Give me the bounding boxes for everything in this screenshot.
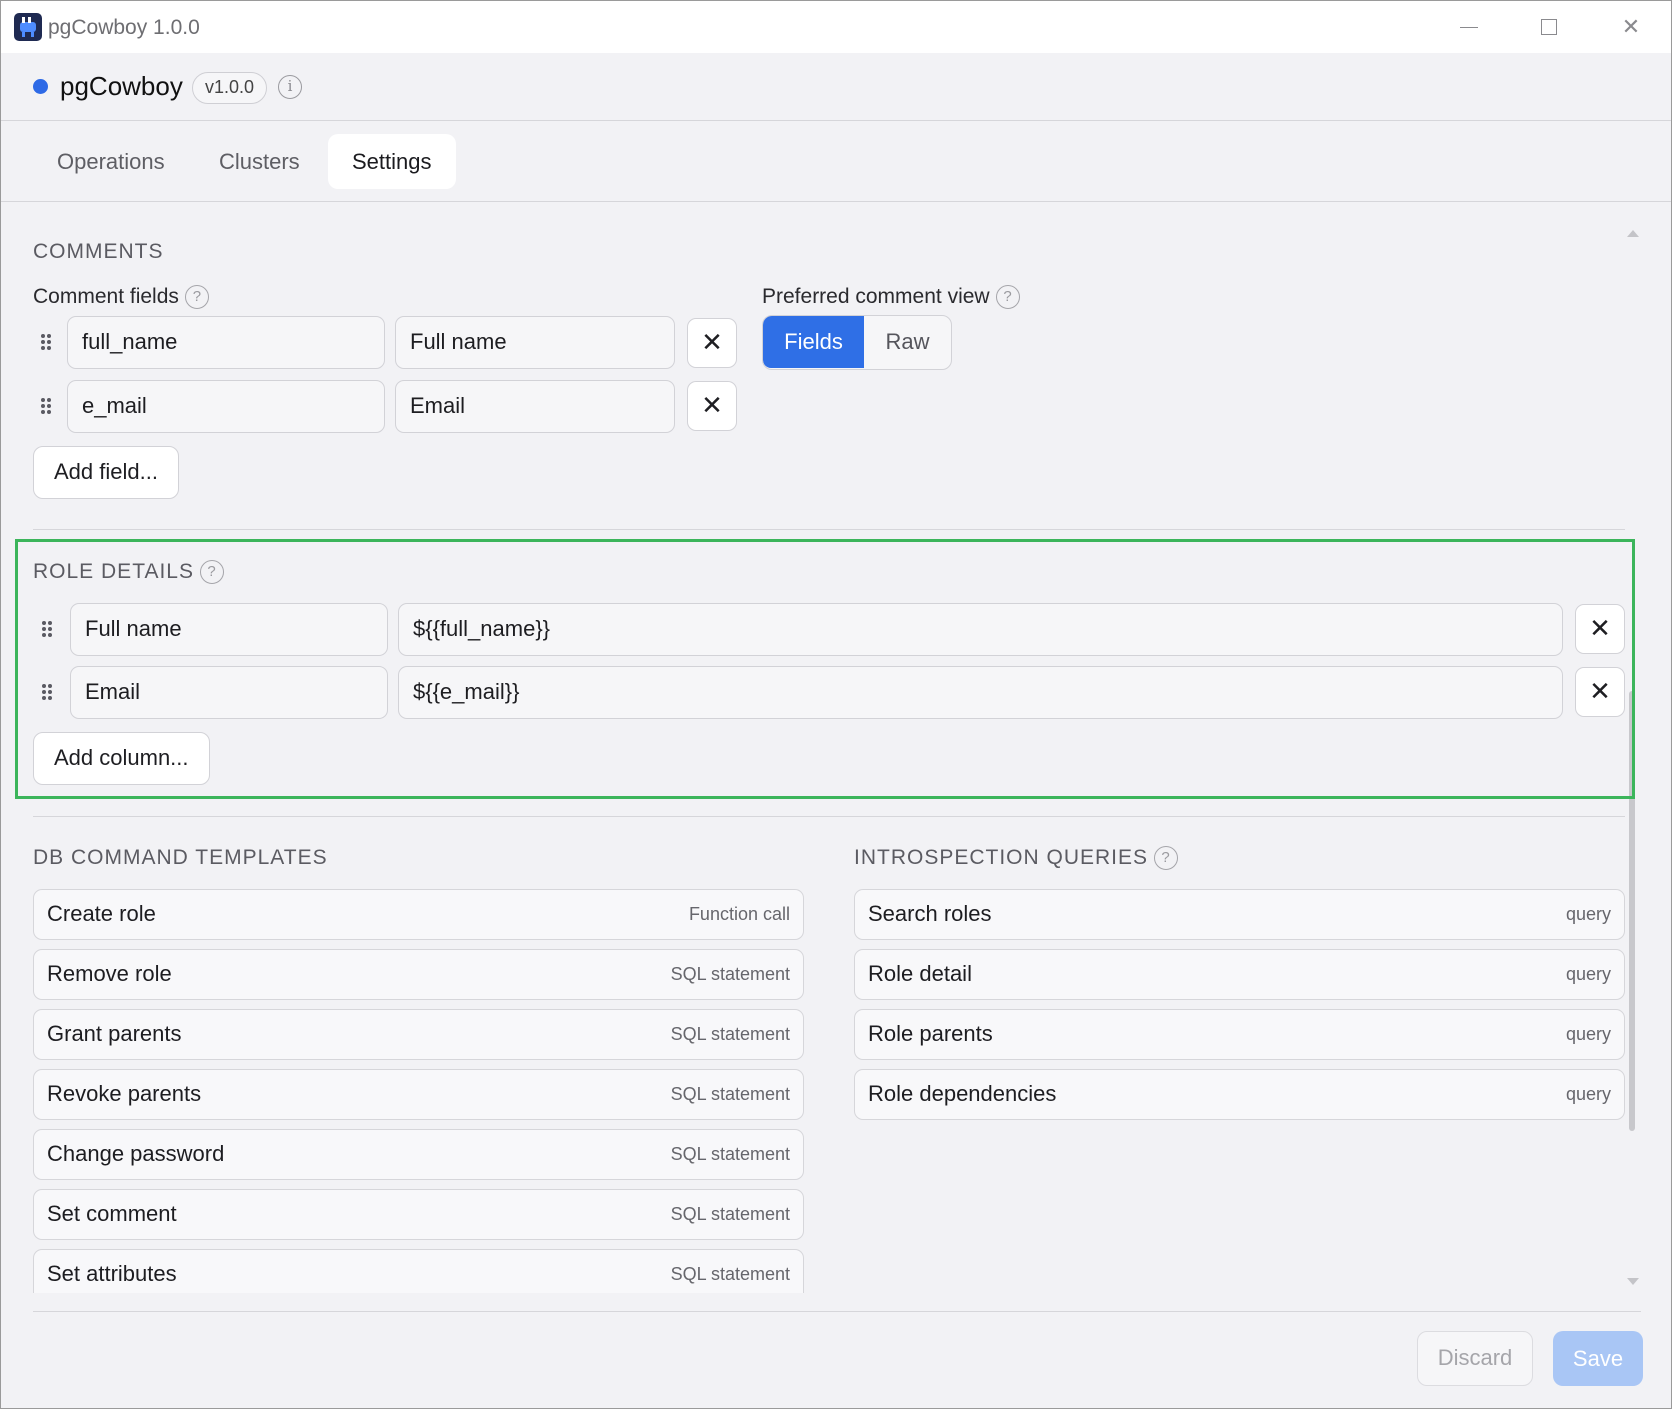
db-command-type: SQL statement [670, 1024, 790, 1044]
query-name: Role parents [868, 1021, 993, 1046]
db-command-type: SQL statement [670, 1264, 790, 1284]
discard-button[interactable]: Discard [1417, 1331, 1533, 1386]
db-command-row[interactable]: Change password SQL statement [33, 1129, 804, 1180]
query-name: Search roles [868, 901, 992, 926]
add-field-button[interactable]: Add field... [33, 446, 179, 499]
comment-fields-label: Comment fields? [33, 285, 209, 310]
help-icon[interactable]: ? [995, 285, 1020, 310]
comment-view-toggle: Fields Raw [762, 315, 952, 370]
drag-handle-icon[interactable] [39, 396, 53, 416]
comment-fields-label-text: Comment fields [33, 285, 179, 308]
comments-section-title: COMMENTS [33, 240, 164, 263]
db-command-templates-title: DB COMMAND TEMPLATES [33, 846, 328, 869]
close-icon[interactable]: ✕ [1611, 11, 1651, 43]
footer-divider [33, 1311, 1641, 1312]
preferred-view-label-text: Preferred comment view [762, 285, 990, 308]
save-button[interactable]: Save [1553, 1331, 1643, 1386]
tab-bar: Operations Clusters Settings [1, 122, 1671, 202]
introspection-queries-title: INTROSPECTION QUERIES? [854, 846, 1179, 871]
help-icon[interactable]: ? [1154, 846, 1179, 871]
db-command-type: SQL statement [670, 1204, 790, 1224]
db-command-row[interactable]: Set comment SQL statement [33, 1189, 804, 1240]
query-type: query [1565, 1024, 1611, 1044]
scroll-down-arrow-icon[interactable] [1627, 1278, 1639, 1285]
add-column-button[interactable]: Add column... [33, 732, 210, 785]
db-command-name: Remove role [47, 961, 172, 986]
role-column-name-input[interactable]: Full name [70, 603, 388, 656]
db-command-row[interactable]: Set attributes SQL statement [33, 1249, 804, 1293]
query-type: query [1565, 1084, 1611, 1104]
status-dot-icon [33, 79, 48, 94]
view-option-raw[interactable]: Raw [864, 316, 951, 368]
help-icon[interactable]: ? [184, 285, 209, 310]
db-command-name: Set comment [47, 1201, 177, 1226]
maximize-icon[interactable] [1529, 11, 1569, 43]
tab-operations[interactable]: Operations [33, 134, 189, 189]
info-icon[interactable]: i [278, 75, 302, 99]
role-column-template-input[interactable]: ${{e_mail}} [398, 666, 1563, 719]
view-option-fields[interactable]: Fields [763, 316, 864, 368]
db-command-type: SQL statement [670, 1084, 790, 1104]
query-type: query [1565, 964, 1611, 984]
db-command-name: Change password [47, 1141, 225, 1166]
db-command-row[interactable]: Remove role SQL statement [33, 949, 804, 1000]
app-name: pgCowboy [60, 71, 183, 101]
remove-field-button[interactable]: ✕ [687, 318, 737, 368]
version-badge: v1.0.0 [192, 72, 268, 104]
role-column-name-input[interactable]: Email [70, 666, 388, 719]
drag-handle-icon[interactable] [39, 332, 53, 352]
introspection-title-text: INTROSPECTION QUERIES [854, 846, 1149, 869]
section-divider [33, 529, 1625, 530]
comment-field-key-input[interactable]: full_name [67, 316, 385, 369]
tab-settings[interactable]: Settings [328, 134, 456, 189]
remove-column-button[interactable]: ✕ [1575, 667, 1625, 717]
scroll-up-arrow-icon[interactable] [1627, 230, 1639, 237]
comment-field-key-input[interactable]: e_mail [67, 380, 385, 433]
db-command-row[interactable]: Grant parents SQL statement [33, 1009, 804, 1060]
remove-column-button[interactable]: ✕ [1575, 604, 1625, 654]
db-command-name: Grant parents [47, 1021, 182, 1046]
introspection-query-row[interactable]: Role dependencies query [854, 1069, 1625, 1120]
section-divider [33, 816, 1625, 817]
query-name: Role dependencies [868, 1081, 1057, 1106]
app-window: pgCowboy 1.0.0 ✕ pgCowboy v1.0.0 i Opera… [0, 0, 1672, 1409]
drag-handle-icon[interactable] [40, 619, 54, 639]
help-icon[interactable]: ? [200, 560, 224, 585]
title-bar: pgCowboy 1.0.0 ✕ [1, 1, 1671, 53]
introspection-query-row[interactable]: Role detail query [854, 949, 1625, 1000]
db-command-name: Revoke parents [47, 1081, 202, 1106]
drag-handle-icon[interactable] [40, 682, 54, 702]
db-command-name: Set attributes [47, 1261, 177, 1286]
window-title: pgCowboy 1.0.0 [48, 16, 200, 39]
role-column-template-input[interactable]: ${{full_name}} [398, 603, 1563, 656]
introspection-query-row[interactable]: Role parents query [854, 1009, 1625, 1060]
comment-field-label-input[interactable]: Full name [395, 316, 675, 369]
remove-field-button[interactable]: ✕ [687, 381, 737, 431]
db-command-name: Create role [47, 901, 156, 926]
db-command-type: SQL statement [670, 1144, 790, 1164]
comment-field-label-input[interactable]: Email [395, 380, 675, 433]
tab-clusters[interactable]: Clusters [195, 134, 324, 189]
app-header: pgCowboy v1.0.0 i [1, 53, 1671, 121]
introspection-query-row[interactable]: Search roles query [854, 889, 1625, 940]
query-type: query [1565, 904, 1611, 924]
query-name: Role detail [868, 961, 972, 986]
db-command-row[interactable]: Revoke parents SQL statement [33, 1069, 804, 1120]
preferred-view-label: Preferred comment view? [762, 285, 1020, 310]
role-details-title-text: ROLE DETAILS [33, 560, 194, 583]
db-command-type: SQL statement [670, 964, 790, 984]
minimize-icon[interactable] [1449, 11, 1489, 43]
db-command-type: Function call [688, 904, 790, 924]
app-logo-icon [14, 13, 42, 41]
role-details-section-title: ROLE DETAILS? [33, 560, 224, 585]
db-command-row[interactable]: Create role Function call [33, 889, 804, 940]
